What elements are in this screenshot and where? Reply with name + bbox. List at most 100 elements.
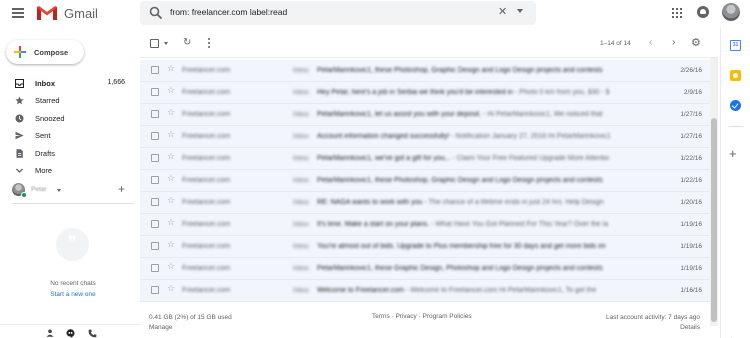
hangouts-user[interactable]: Petar + (12, 181, 134, 199)
email-subject: PetarMarinkovic1, we've got a gift for y… (317, 155, 451, 162)
account-avatar[interactable] (722, 3, 740, 21)
email-sender: Freelancer.com (182, 221, 231, 228)
email-date: 2/26/16 (680, 67, 702, 74)
expand-panel-icon[interactable]: › (731, 334, 742, 338)
star-toggle-icon[interactable]: ☆ (167, 130, 175, 141)
email-row[interactable]: ☆ Freelancer.com Inbox RE: NAGA wants to… (140, 192, 710, 214)
email-checkbox[interactable] (151, 176, 159, 184)
email-label-tag: Inbox (293, 111, 309, 118)
email-date: 1/22/16 (680, 155, 702, 162)
email-subject-snippet: PetarMarinkovic1, these Graphic Design, … (317, 265, 640, 272)
star-toggle-icon[interactable]: ☆ (167, 64, 175, 75)
star-toggle-icon[interactable]: ☆ (167, 218, 175, 229)
clear-search-icon[interactable]: ✕ (498, 5, 507, 19)
star-toggle-icon[interactable]: ☆ (167, 262, 175, 273)
email-date: 1/27/16 (680, 133, 702, 140)
gmail-logo[interactable]: Gmail (36, 5, 98, 21)
email-checkbox[interactable] (151, 110, 159, 118)
hangouts-status-caret-icon[interactable] (57, 189, 61, 192)
email-row[interactable]: ☆ Freelancer.com Inbox PetarMarinkovic1,… (140, 258, 710, 280)
email-date: 2/9/16 (683, 89, 702, 96)
person-icon[interactable] (46, 329, 54, 337)
email-subject-snippet: PetarMarinkovic1, these Photoshop, Graph… (317, 67, 640, 74)
search-bar[interactable]: from: freelancer.com label:read (140, 1, 536, 25)
email-snippet: - The chance of a lifetime ends in just … (422, 199, 604, 206)
email-row[interactable]: ☆ Freelancer.com Inbox PetarMarinkovic1,… (140, 60, 710, 82)
select-all-checkbox[interactable] (150, 39, 159, 48)
email-subject-snippet: It's time. Make a start on your plans. -… (317, 221, 640, 228)
email-row[interactable]: ☆ Freelancer.com Inbox PetarMarinkovic1,… (140, 148, 710, 170)
email-subject-snippet: Hey Petar, here's a job in Serbia we thi… (317, 89, 640, 96)
search-icon[interactable] (149, 6, 163, 20)
keep-icon[interactable] (730, 70, 741, 81)
compose-button[interactable]: Compose (6, 40, 84, 64)
search-options-icon[interactable] (517, 9, 523, 13)
email-snippet: - What Have You Got Planned For This Yea… (429, 221, 609, 228)
email-checkbox[interactable] (151, 66, 159, 74)
scrollbar-thumb[interactable] (711, 118, 717, 322)
email-row[interactable]: ☆ Freelancer.com Inbox Hey Petar, here's… (140, 82, 710, 104)
email-row[interactable]: ☆ Freelancer.com Inbox PetarMarinkovic1,… (140, 170, 710, 192)
sidebar-item-inbox[interactable]: Inbox 1,666 (0, 75, 134, 92)
search-input[interactable]: from: freelancer.com label:read (170, 7, 287, 17)
no-recent-chats-text: No recent chats (50, 280, 96, 287)
email-row[interactable]: ☆ Freelancer.com Inbox It's time. Make a… (140, 214, 710, 236)
settings-gear-icon[interactable]: ⚙ (691, 37, 701, 49)
email-checkbox[interactable] (151, 88, 159, 96)
new-conversation-icon[interactable]: + (118, 183, 125, 195)
refresh-icon[interactable]: ↻ (183, 37, 191, 49)
email-row[interactable]: ☆ Freelancer.com Inbox PetarMarinkovic1,… (140, 104, 710, 126)
star-toggle-icon[interactable]: ☆ (167, 240, 175, 251)
apps-icon[interactable] (672, 8, 682, 18)
hangouts-bottom-bar (0, 324, 140, 338)
email-checkbox[interactable] (151, 154, 159, 162)
calendar-icon[interactable] (730, 40, 741, 51)
sidebar-item-more[interactable]: More (0, 162, 134, 179)
email-checkbox[interactable] (151, 286, 159, 294)
storage-info: 0.41 GB (2%) of 15 GB used Manage (149, 313, 232, 333)
menu-icon[interactable] (12, 8, 24, 18)
activity-details-link[interactable]: Details (560, 323, 700, 333)
email-subject: Welcome to Freelancer.com (317, 287, 405, 294)
email-row[interactable]: ☆ Freelancer.com Inbox You're almost out… (140, 236, 710, 258)
sidebar-item-drafts[interactable]: Drafts (0, 145, 134, 162)
footer-policy-links[interactable]: Terms · Privacy · Program Policies (372, 313, 472, 320)
email-checkbox[interactable] (151, 242, 159, 250)
hangouts-icon[interactable] (66, 329, 75, 338)
newer-page-icon[interactable]: ‹ (649, 37, 652, 49)
sidebar-item-sent[interactable]: Sent (0, 127, 134, 144)
draft-icon (16, 149, 23, 158)
star-toggle-icon[interactable]: ☆ (167, 196, 175, 207)
email-subject: Hey Petar, here's a job in Serbia we thi… (317, 89, 514, 96)
get-addons-icon[interactable]: + (729, 147, 741, 160)
email-checkbox[interactable] (151, 220, 159, 228)
email-sender: Freelancer.com (182, 155, 231, 162)
phone-icon[interactable] (88, 329, 97, 338)
email-row[interactable]: ☆ Freelancer.com Inbox Welcome to Freela… (140, 280, 710, 302)
email-subject: PetarMarinkovic1, these Photoshop, Graph… (317, 67, 603, 74)
divider (729, 126, 743, 127)
email-row[interactable]: ☆ Freelancer.com Inbox Account informati… (140, 126, 710, 148)
star-toggle-icon[interactable]: ☆ (167, 86, 175, 97)
notifications-icon[interactable] (697, 6, 709, 18)
manage-storage-link[interactable]: Manage (149, 323, 232, 333)
email-subject: You're almost out of bids. Upgrade to Pl… (317, 243, 606, 250)
email-checkbox[interactable] (151, 264, 159, 272)
star-toggle-icon[interactable]: ☆ (167, 284, 175, 295)
more-options-icon[interactable] (208, 38, 211, 48)
star-toggle-icon[interactable]: ☆ (167, 108, 175, 119)
tasks-icon[interactable] (730, 100, 741, 111)
select-options-icon[interactable] (164, 42, 168, 45)
star-toggle-icon[interactable]: ☆ (167, 174, 175, 185)
email-subject-snippet: PetarMarinkovic1, we've got a gift for y… (317, 155, 640, 162)
sidebar-item-starred[interactable]: Starred (0, 92, 134, 109)
sidebar-item-snoozed[interactable]: Snoozed (0, 110, 134, 127)
start-new-chat-link[interactable]: Start a new one (20, 291, 126, 298)
email-sender: Freelancer.com (182, 89, 231, 96)
older-page-icon[interactable]: › (672, 37, 675, 49)
email-checkbox[interactable] (151, 132, 159, 140)
email-label-tag: Inbox (293, 177, 309, 184)
star-toggle-icon[interactable]: ☆ (167, 152, 175, 163)
email-label-tag: Inbox (293, 133, 309, 140)
email-checkbox[interactable] (151, 198, 159, 206)
